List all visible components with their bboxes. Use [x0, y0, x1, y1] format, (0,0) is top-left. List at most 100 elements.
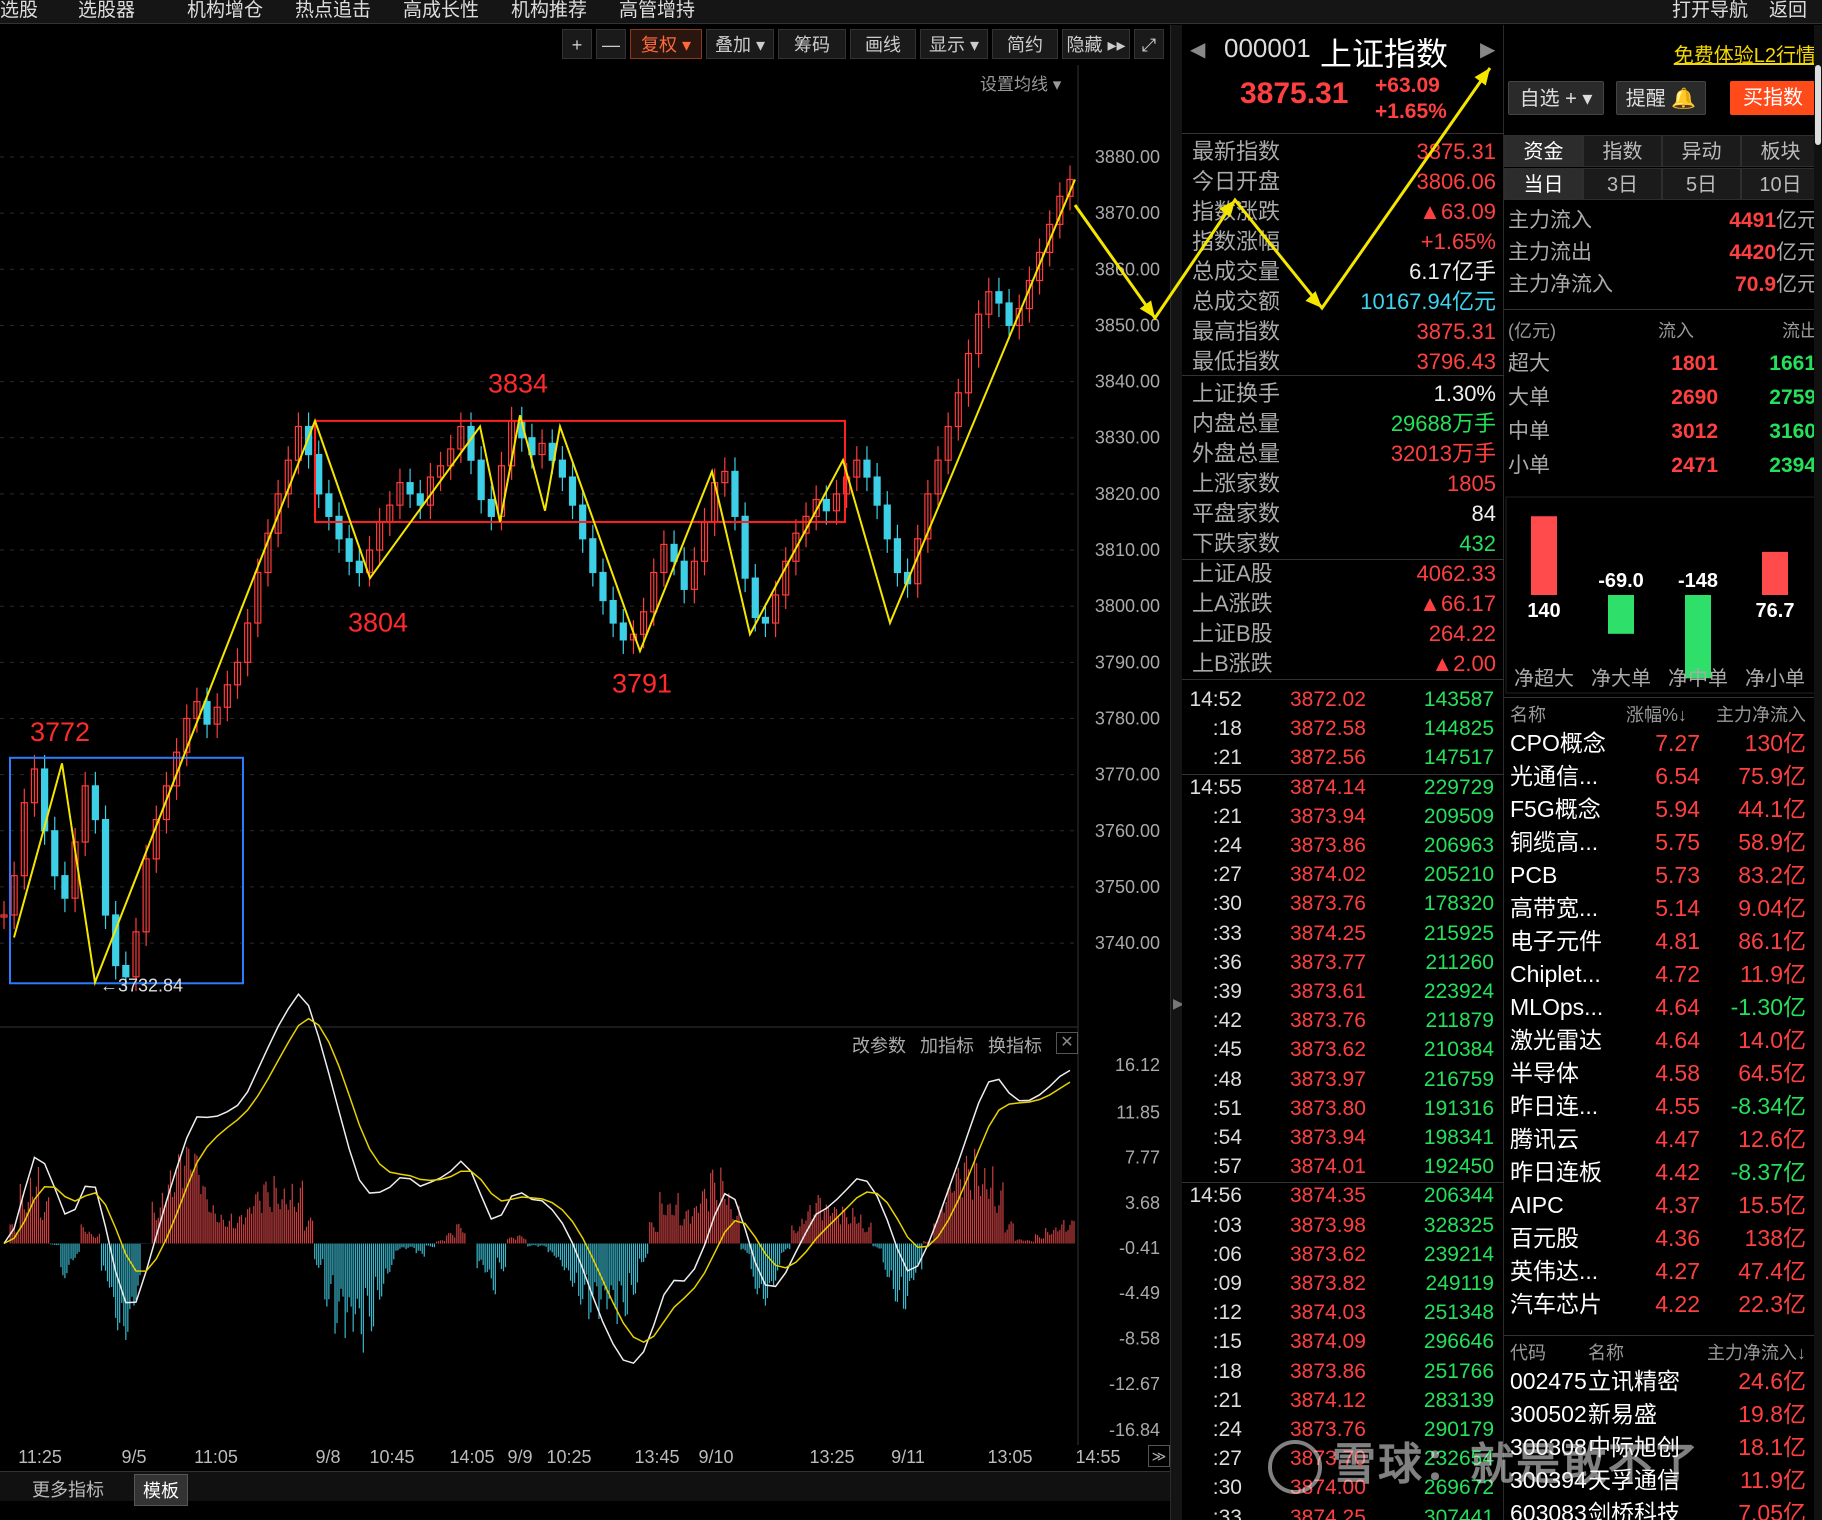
watchlist-button[interactable]: 自选 + ▾: [1508, 81, 1604, 115]
sector-name: 腾讯云: [1510, 1126, 1579, 1152]
tick-time: :48: [1212, 1067, 1242, 1091]
tick-row: :06 3873.62 239214: [1182, 1240, 1504, 1269]
tick-row: :48 3873.97 216759: [1182, 1065, 1504, 1094]
buy-index-button[interactable]: 买指数: [1730, 81, 1816, 115]
nav-item-institution-add[interactable]: 机构增仓: [187, 0, 263, 22]
candle-body: [873, 476, 881, 506]
sector-row[interactable]: 汽车芯片 4.22 22.3亿: [1504, 1288, 1822, 1321]
price-tick-label: 3860.00: [1095, 259, 1160, 279]
tick-row: :18 3873.86 251766: [1182, 1357, 1504, 1386]
back-link[interactable]: 返回: [1769, 0, 1807, 22]
sector-row[interactable]: 昨日连板 4.42 -8.37亿: [1504, 1156, 1822, 1189]
more-indicators-tab[interactable]: 更多指标: [32, 1476, 104, 1502]
stock-flow-header[interactable]: 主力净流入↓: [1707, 1339, 1806, 1365]
fund-tab[interactable]: 资金: [1504, 135, 1583, 167]
sector-row[interactable]: 激光雷达 4.64 14.0亿: [1504, 1024, 1822, 1057]
nav-item-stock-screener[interactable]: 选股器: [78, 0, 135, 22]
tick-volume: 147517: [1423, 746, 1494, 770]
scroll-right-icon[interactable]: ≫: [1148, 1445, 1170, 1467]
candle-body: [487, 498, 495, 517]
sector-row[interactable]: 光通信... 6.54 75.9亿: [1504, 760, 1822, 793]
tick-row: :45 3873.62 210384: [1182, 1035, 1504, 1064]
sector-pct: 4.64: [1655, 994, 1700, 1020]
time-tick-label: 13:25: [809, 1447, 854, 1467]
fund-tab[interactable]: 异动: [1662, 135, 1741, 167]
sector-pct-header[interactable]: 涨幅%↓: [1626, 701, 1687, 727]
nav-item-hotspot[interactable]: 热点追击: [295, 0, 371, 22]
period-tab[interactable]: 当日: [1504, 168, 1583, 200]
tick-volume: 198341: [1423, 1126, 1494, 1149]
macd-dea-line: [3, 1017, 1071, 1344]
sector-name-header[interactable]: 名称: [1510, 701, 1546, 727]
sector-flow: 11.9亿: [1739, 961, 1806, 987]
candle-body: [751, 577, 759, 619]
tick-volume: 239214: [1423, 1242, 1494, 1266]
tick-time: :51: [1212, 1096, 1242, 1120]
tick-price: 3873.82: [1290, 1272, 1366, 1295]
candle-body: [325, 493, 333, 517]
sector-row[interactable]: CPO概念 7.27 130亿: [1504, 727, 1822, 760]
sector-row[interactable]: 英伟达... 4.27 47.4亿: [1504, 1255, 1822, 1288]
edit-params-button[interactable]: 改参数: [852, 1032, 906, 1058]
sector-row[interactable]: 半导体 4.58 64.5亿: [1504, 1057, 1822, 1090]
period-tab[interactable]: 5日: [1662, 168, 1741, 200]
sector-row[interactable]: PCB 5.73 83.2亿: [1504, 859, 1822, 892]
sector-flow-header[interactable]: 主力净流入: [1716, 701, 1806, 727]
tick-price: 3873.61: [1290, 980, 1366, 1003]
sector-row[interactable]: Chiplet... 4.72 11.9亿: [1504, 958, 1822, 991]
stock-name-header[interactable]: 名称: [1588, 1339, 1624, 1365]
sector-row[interactable]: 铜缆高... 5.75 58.9亿: [1504, 826, 1822, 859]
sector-row[interactable]: 百元股 4.36 138亿: [1504, 1222, 1822, 1255]
sector-row[interactable]: 高带宽... 5.14 9.04亿: [1504, 892, 1822, 925]
swap-indicator-button[interactable]: 换指标: [988, 1032, 1042, 1058]
period-tab[interactable]: 10日: [1741, 168, 1820, 200]
l2-trial-link[interactable]: 免费体验L2行情: [1674, 39, 1816, 68]
stock-code-header[interactable]: 代码: [1510, 1339, 1546, 1365]
alert-button[interactable]: 提醒 🔔: [1616, 81, 1706, 115]
fund-tab[interactable]: 板块: [1741, 135, 1820, 167]
sector-row[interactable]: AIPC 4.37 15.5亿: [1504, 1189, 1822, 1222]
sector-row[interactable]: 电子元件 4.81 86.1亿: [1504, 925, 1822, 958]
panel-splitter[interactable]: ▶: [1170, 25, 1184, 1520]
candle-body: [883, 504, 891, 540]
stock-row[interactable]: 603083 剑桥科技 7.05亿: [1504, 1497, 1822, 1520]
macd-tick-label: -8.58: [1119, 1329, 1160, 1349]
stock-row[interactable]: 002475 立讯精密 24.6亿: [1504, 1365, 1822, 1398]
candle-body: [568, 476, 577, 506]
tick-row: :03 3873.98 328325: [1182, 1211, 1504, 1240]
nav-item-exec-buy[interactable]: 高管增持: [619, 0, 695, 22]
sector-row[interactable]: 腾讯云 4.47 12.6亿: [1504, 1123, 1822, 1156]
sector-pct: 6.54: [1655, 763, 1700, 789]
kline-chart[interactable]: 3772 3834 3804 3791 ←3732.84 3880.00 3870.00 3…: [0, 25, 1170, 1520]
tick-time: :21: [1212, 1388, 1242, 1412]
nav-item-institution-recommend[interactable]: 机构推荐: [511, 0, 587, 22]
period-tab[interactable]: 3日: [1583, 168, 1662, 200]
sector-row[interactable]: F5G概念 5.94 44.1亿: [1504, 793, 1822, 826]
next-stock-icon[interactable]: ▶: [1480, 37, 1495, 62]
sector-row[interactable]: MLOps... 4.64 -1.30亿: [1504, 991, 1822, 1024]
tick-price: 3872.02: [1290, 688, 1366, 711]
panel-scrollbar[interactable]: [1814, 25, 1822, 1520]
order-size-row: 中单 3012 3160: [1508, 415, 1820, 449]
quote-stat-value: 3875.31: [1416, 319, 1496, 344]
order-size-label: 中单: [1508, 420, 1550, 443]
add-indicator-button[interactable]: 加指标: [920, 1032, 974, 1058]
tick-volume: 223924: [1423, 980, 1494, 1003]
candle-body: [761, 616, 770, 624]
stock-row[interactable]: 300502 新易盛 19.8亿: [1504, 1398, 1822, 1431]
fund-tab[interactable]: 指数: [1583, 135, 1662, 167]
close-indicator-icon[interactable]: ✕: [1056, 1032, 1078, 1054]
sector-row[interactable]: 昨日连... 4.55 -8.34亿: [1504, 1090, 1822, 1123]
open-nav-link[interactable]: 打开导航: [1672, 0, 1748, 22]
sector-pct: 4.81: [1655, 928, 1700, 954]
nav-item-high-growth[interactable]: 高成长性: [403, 0, 479, 22]
quote-stat-value: 4062.33: [1416, 561, 1496, 586]
template-tab[interactable]: 模板: [134, 1474, 188, 1506]
prev-stock-icon[interactable]: ◀: [1190, 37, 1205, 62]
tick-row: 14:55 3874.14 229729: [1182, 773, 1504, 802]
nav-item-xuangu[interactable]: 选股: [0, 0, 38, 22]
time-tick-label: 9/5: [121, 1447, 146, 1467]
quote-stat-label: 总成交额: [1192, 289, 1281, 314]
tick-price: 3872.58: [1290, 717, 1366, 741]
sector-pct: 4.64: [1655, 1027, 1700, 1053]
